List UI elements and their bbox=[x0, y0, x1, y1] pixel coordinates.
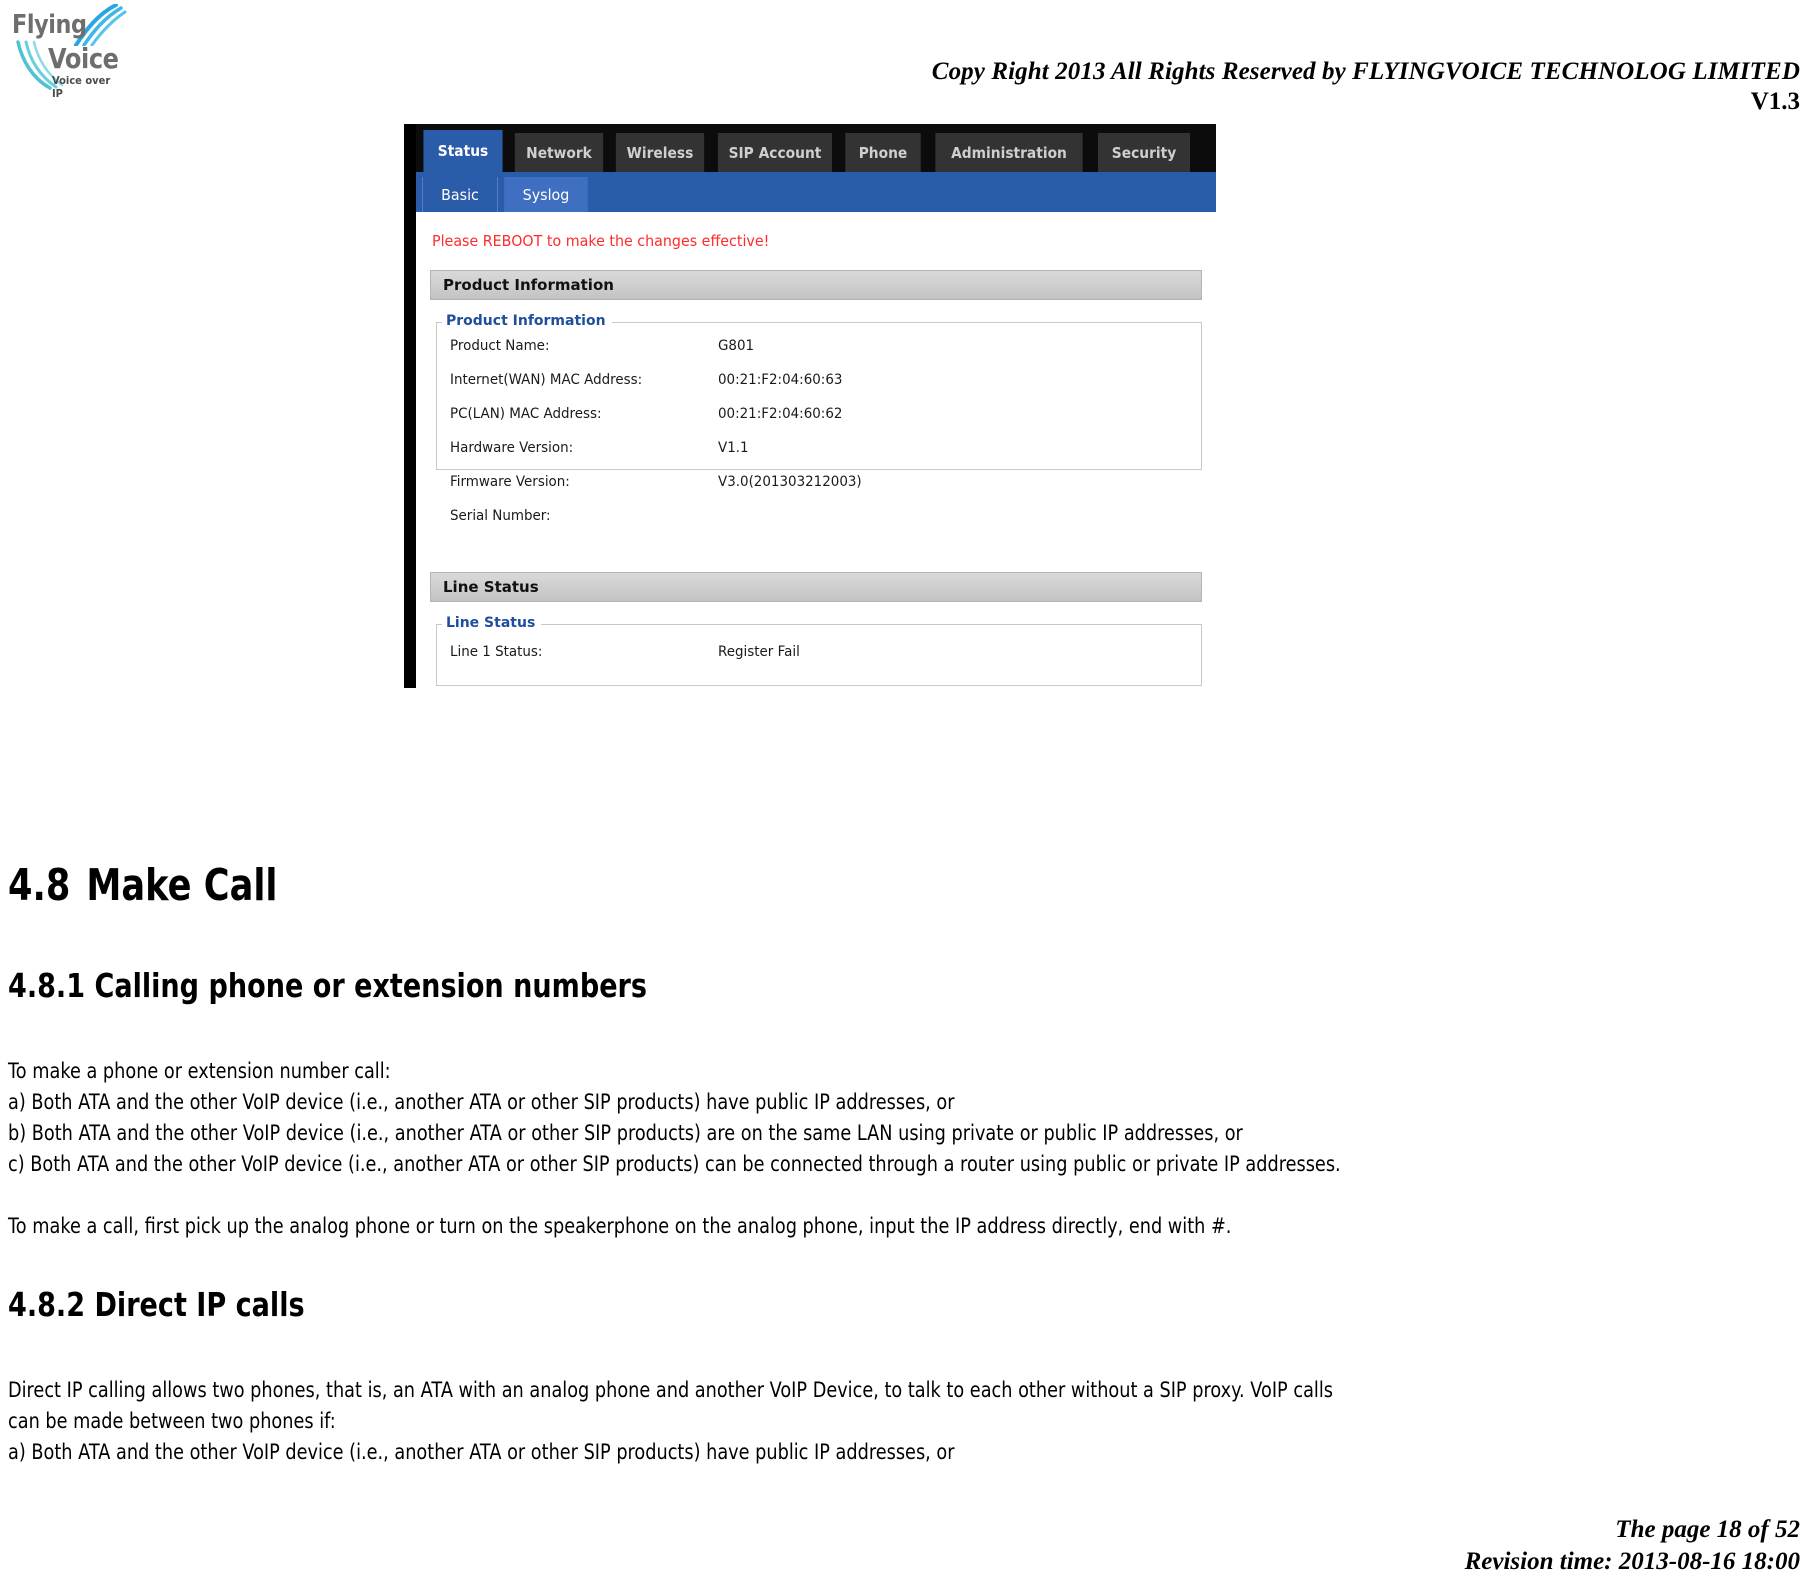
tab-administration[interactable]: Administration bbox=[935, 133, 1083, 172]
header-copyright: Copy Right 2013 All Rights Reserved by F… bbox=[931, 58, 1800, 85]
para-481-tail: To make a call, first pick up the analog… bbox=[8, 1214, 1232, 1239]
row-label-lan-mac: PC(LAN) MAC Address: bbox=[450, 406, 602, 422]
tab-status[interactable]: Status bbox=[423, 130, 503, 172]
para-481-a: a) Both ATA and the other VoIP device (i… bbox=[8, 1090, 955, 1115]
row-value-product-name: G801 bbox=[718, 338, 755, 354]
para-482-line1: Direct IP calling allows two phones, tha… bbox=[8, 1378, 1333, 1403]
logo-text-flying: Flying bbox=[12, 10, 87, 40]
row-label-hardware-version: Hardware Version: bbox=[450, 440, 574, 456]
tab-sip-account[interactable]: SIP Account bbox=[717, 133, 833, 172]
heading-4-8-number: 4.8 bbox=[8, 860, 71, 911]
tab-network[interactable]: Network bbox=[514, 133, 604, 172]
heading-4-8: 4.8 Make Call bbox=[8, 860, 277, 911]
subtab-syslog[interactable]: Syslog bbox=[504, 177, 588, 212]
line-status-panel-title: Line Status bbox=[430, 572, 1202, 602]
product-information-panel-title: Product Information bbox=[430, 270, 1202, 300]
line-status-fieldset bbox=[436, 624, 1202, 686]
tab-security[interactable]: Security bbox=[1098, 133, 1190, 172]
heading-4-8-2: 4.8.2 Direct IP calls bbox=[8, 1285, 305, 1324]
subtab-basic[interactable]: Basic bbox=[422, 177, 498, 212]
footer-page-number: The page 18 of 52 bbox=[1615, 1516, 1800, 1543]
screenshot-left-edge bbox=[404, 124, 416, 688]
row-value-lan-mac: 00:21:F2:04:60:62 bbox=[718, 406, 843, 422]
row-label-wan-mac: Internet(WAN) MAC Address: bbox=[450, 372, 643, 388]
header-version: V1.3 bbox=[1750, 88, 1800, 115]
sub-nav-tabs: Basic Syslog bbox=[416, 172, 1216, 212]
line-status-legend: Line Status bbox=[442, 615, 542, 631]
row-value-firmware-version: V3.0(201303212003) bbox=[718, 474, 862, 490]
main-nav-tabs: Status Network Wireless SIP Account Phon… bbox=[416, 124, 1216, 172]
product-information-legend: Product Information bbox=[442, 313, 612, 329]
row-label-firmware-version: Firmware Version: bbox=[450, 474, 570, 490]
row-label-line1-status: Line 1 Status: bbox=[450, 644, 543, 660]
tab-phone[interactable]: Phone bbox=[845, 133, 921, 172]
para-481-intro: To make a phone or extension number call… bbox=[8, 1059, 391, 1084]
row-label-serial-number: Serial Number: bbox=[450, 508, 551, 524]
heading-4-8-1: 4.8.1 Calling phone or extension numbers bbox=[8, 966, 648, 1005]
screenshot-content-area: Please REBOOT to make the changes effect… bbox=[416, 212, 1216, 688]
row-label-product-name: Product Name: bbox=[450, 338, 550, 354]
reboot-notice: Please REBOOT to make the changes effect… bbox=[432, 232, 770, 250]
tab-wireless[interactable]: Wireless bbox=[615, 133, 705, 172]
para-482-line2: can be made between two phones if: bbox=[8, 1409, 336, 1434]
row-value-hardware-version: V1.1 bbox=[718, 440, 749, 456]
page-header: Flying Voice Voice over IP Copy Right 20… bbox=[0, 0, 1818, 120]
heading-4-8-title: Make Call bbox=[86, 860, 278, 911]
para-482-a: a) Both ATA and the other VoIP device (i… bbox=[8, 1440, 955, 1465]
para-481-b: b) Both ATA and the other VoIP device (i… bbox=[8, 1121, 1243, 1146]
router-web-ui-screenshot: Status Network Wireless SIP Account Phon… bbox=[404, 124, 1216, 688]
footer-revision-time: Revision time: 2013-08-16 18:00 bbox=[1464, 1548, 1800, 1575]
row-value-wan-mac: 00:21:F2:04:60:63 bbox=[718, 372, 843, 388]
para-481-c: c) Both ATA and the other VoIP device (i… bbox=[8, 1152, 1341, 1177]
row-value-line1-status: Register Fail bbox=[718, 644, 800, 660]
